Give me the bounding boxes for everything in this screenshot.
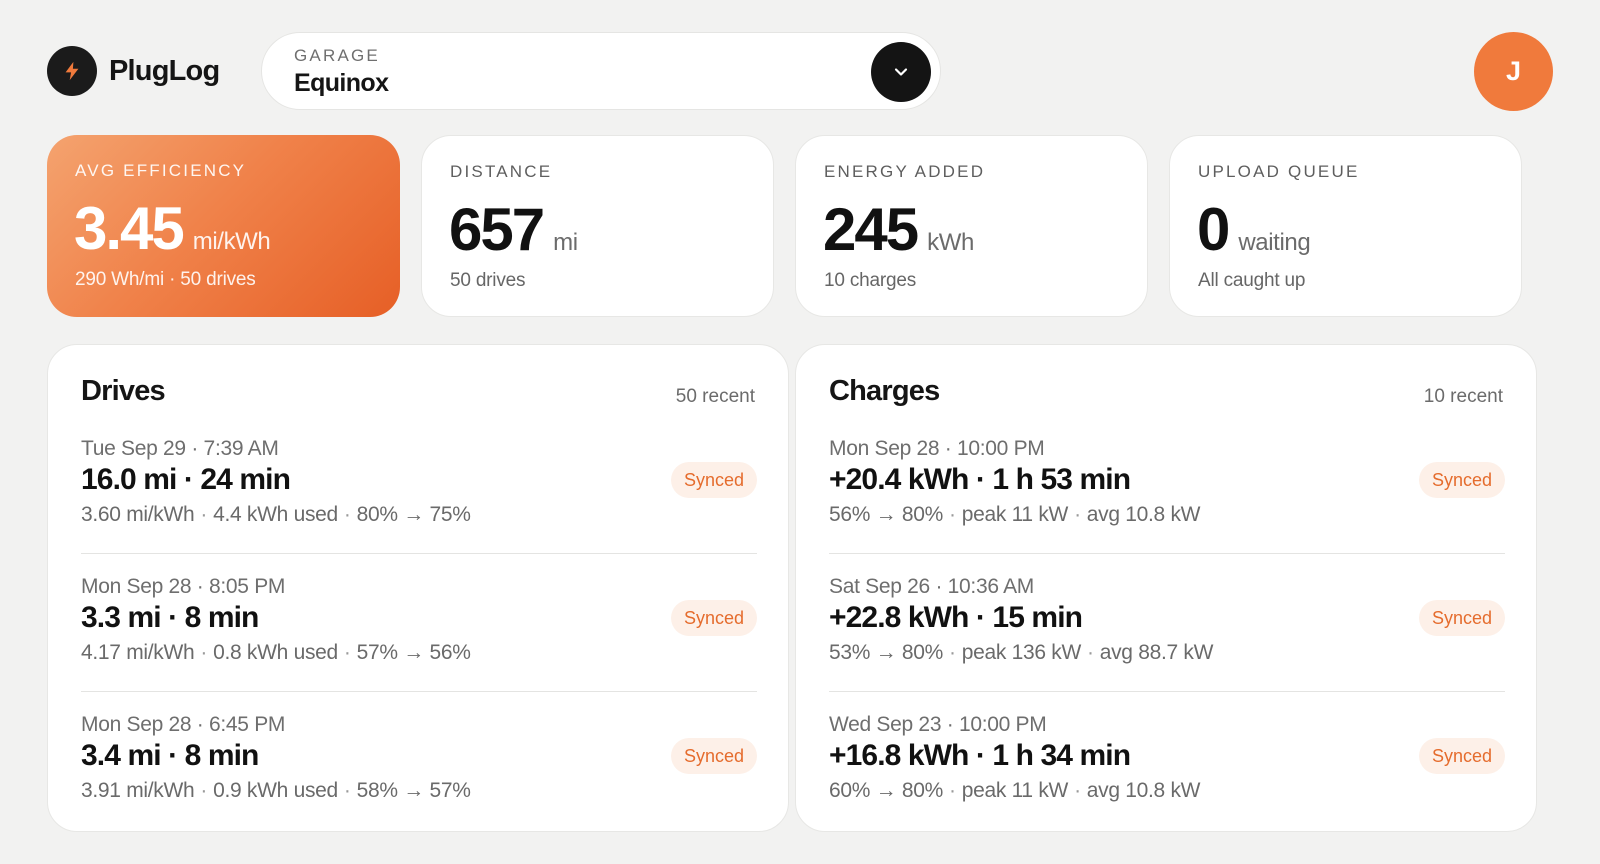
drive-details: 3.91 mi/kWh · 0.9 kWh used · 58% → 57% xyxy=(81,779,471,802)
charge-summary: +22.8 kWh · 15 min xyxy=(829,601,1083,634)
stat-card-avg-efficiency: AVG EFFICIENCY 3.45 mi/kWh 290 Wh/mi · 5… xyxy=(47,135,400,317)
drive-battery-change: 57% → 56% xyxy=(356,641,471,664)
app-header: PlugLog GARAGE Equinox J xyxy=(47,32,1553,112)
charge-date: Sat Sep 26 · 10:36 AM xyxy=(829,575,1035,598)
stat-unit: waiting xyxy=(1238,229,1311,256)
stat-label: ENERGY ADDED xyxy=(824,162,986,181)
drive-summary: 3.3 mi · 8 min xyxy=(81,601,259,634)
drive-energy-used: 0.9 kWh used xyxy=(213,779,338,802)
charges-panel: Charges 10 recent Mon Sep 28 · 10:00 PM … xyxy=(795,344,1537,832)
garage-label: GARAGE xyxy=(294,46,380,65)
drive-details: 4.17 mi/kWh · 0.8 kWh used · 57% → 56% xyxy=(81,641,471,664)
stat-subtext: 10 charges xyxy=(824,270,917,291)
stat-card-distance: DISTANCE 657 mi 50 drives xyxy=(421,135,774,317)
panel-title: Charges xyxy=(829,375,940,407)
panel-count: 10 recent xyxy=(1423,386,1503,407)
drive-battery-change: 80% → 75% xyxy=(356,503,471,526)
garage-selector[interactable]: GARAGE Equinox xyxy=(261,32,941,110)
stat-card-energy-added: ENERGY ADDED 245 kWh 10 charges xyxy=(795,135,1148,317)
drive-efficiency: 4.17 mi/kWh xyxy=(81,641,195,664)
row-divider xyxy=(81,553,757,554)
stat-unit: mi/kWh xyxy=(192,228,271,255)
drive-details: 3.60 mi/kWh · 4.4 kWh used · 80% → 75% xyxy=(81,503,471,526)
garage-value: Equinox xyxy=(294,69,389,97)
charge-row[interactable]: Mon Sep 28 · 10:00 PM +20.4 kWh · 1 h 53… xyxy=(829,437,1505,559)
sync-status-badge: Synced xyxy=(1418,462,1505,498)
app-name: PlugLog xyxy=(109,54,220,87)
panel-title: Drives xyxy=(81,375,166,407)
charge-peak-power: peak 11 kW xyxy=(961,503,1069,526)
stat-value: 3.45 xyxy=(74,195,185,262)
sync-status-badge: Synced xyxy=(1418,738,1505,774)
sync-status-badge: Synced xyxy=(670,462,757,498)
user-avatar[interactable]: J xyxy=(1474,32,1553,111)
stat-value: 0 xyxy=(1197,196,1230,263)
stat-subtext: 50 drives xyxy=(450,270,526,291)
row-divider xyxy=(81,691,757,692)
charge-battery-change: 56% → 80% xyxy=(829,503,944,526)
brand[interactable]: PlugLog xyxy=(47,46,220,96)
panel-count: 50 recent xyxy=(675,386,755,407)
stat-unit: mi xyxy=(553,229,578,256)
charge-avg-power: avg 10.8 kW xyxy=(1086,779,1201,802)
drive-row[interactable]: Mon Sep 28 · 8:05 PM 3.3 mi · 8 min 4.17… xyxy=(81,575,757,697)
drive-energy-used: 4.4 kWh used xyxy=(213,503,338,526)
charge-date: Mon Sep 28 · 10:00 PM xyxy=(829,437,1045,460)
stat-subtext: All caught up xyxy=(1198,270,1306,291)
charge-avg-power: avg 88.7 kW xyxy=(1099,641,1214,664)
charge-row[interactable]: Sat Sep 26 · 10:36 AM +22.8 kWh · 15 min… xyxy=(829,575,1505,697)
bolt-icon xyxy=(47,46,97,96)
drive-efficiency: 3.91 mi/kWh xyxy=(81,779,195,802)
drives-panel: Drives 50 recent Tue Sep 29 · 7:39 AM 16… xyxy=(47,344,789,832)
chevron-down-icon xyxy=(894,68,908,76)
stat-subtext: 290 Wh/mi · 50 drives xyxy=(75,269,256,290)
drive-battery-change: 58% → 57% xyxy=(356,779,471,802)
drive-row[interactable]: Mon Sep 28 · 6:45 PM 3.4 mi · 8 min 3.91… xyxy=(81,713,757,835)
garage-dropdown-button[interactable] xyxy=(871,42,931,102)
sync-status-badge: Synced xyxy=(1418,600,1505,636)
charge-summary: +16.8 kWh · 1 h 34 min xyxy=(829,739,1131,772)
charge-peak-power: peak 136 kW xyxy=(961,641,1082,664)
stat-value: 657 xyxy=(449,196,545,263)
charge-battery-change: 60% → 80% xyxy=(829,779,944,802)
row-divider xyxy=(829,553,1505,554)
sync-status-badge: Synced xyxy=(670,738,757,774)
row-divider xyxy=(829,691,1505,692)
stat-label: UPLOAD QUEUE xyxy=(1198,162,1360,181)
charge-details: 60% → 80% · peak 11 kW · avg 10.8 kW xyxy=(829,779,1201,802)
drive-summary: 3.4 mi · 8 min xyxy=(81,739,259,772)
drive-row[interactable]: Tue Sep 29 · 7:39 AM 16.0 mi · 24 min 3.… xyxy=(81,437,757,559)
drive-date: Tue Sep 29 · 7:39 AM xyxy=(81,437,279,460)
charge-peak-power: peak 11 kW xyxy=(961,779,1069,802)
sync-status-badge: Synced xyxy=(670,600,757,636)
charge-battery-change: 53% → 80% xyxy=(829,641,944,664)
charge-row[interactable]: Wed Sep 23 · 10:00 PM +16.8 kWh · 1 h 34… xyxy=(829,713,1505,835)
drive-date: Mon Sep 28 · 6:45 PM xyxy=(81,713,286,736)
stat-label: AVG EFFICIENCY xyxy=(75,161,247,180)
drive-date: Mon Sep 28 · 8:05 PM xyxy=(81,575,286,598)
drive-energy-used: 0.8 kWh used xyxy=(213,641,338,664)
stat-label: DISTANCE xyxy=(450,162,553,181)
charge-avg-power: avg 10.8 kW xyxy=(1086,503,1201,526)
stat-unit: kWh xyxy=(927,229,974,256)
charge-date: Wed Sep 23 · 10:00 PM xyxy=(829,713,1047,736)
charge-summary: +20.4 kWh · 1 h 53 min xyxy=(829,463,1131,496)
charge-details: 56% → 80% · peak 11 kW · avg 10.8 kW xyxy=(829,503,1201,526)
charge-details: 53% → 80% · peak 136 kW · avg 88.7 kW xyxy=(829,641,1214,664)
drive-summary: 16.0 mi · 24 min xyxy=(81,463,291,496)
stat-value: 245 xyxy=(823,196,919,263)
drive-efficiency: 3.60 mi/kWh xyxy=(81,503,195,526)
stat-card-upload-queue: UPLOAD QUEUE 0 waiting All caught up xyxy=(1169,135,1522,317)
